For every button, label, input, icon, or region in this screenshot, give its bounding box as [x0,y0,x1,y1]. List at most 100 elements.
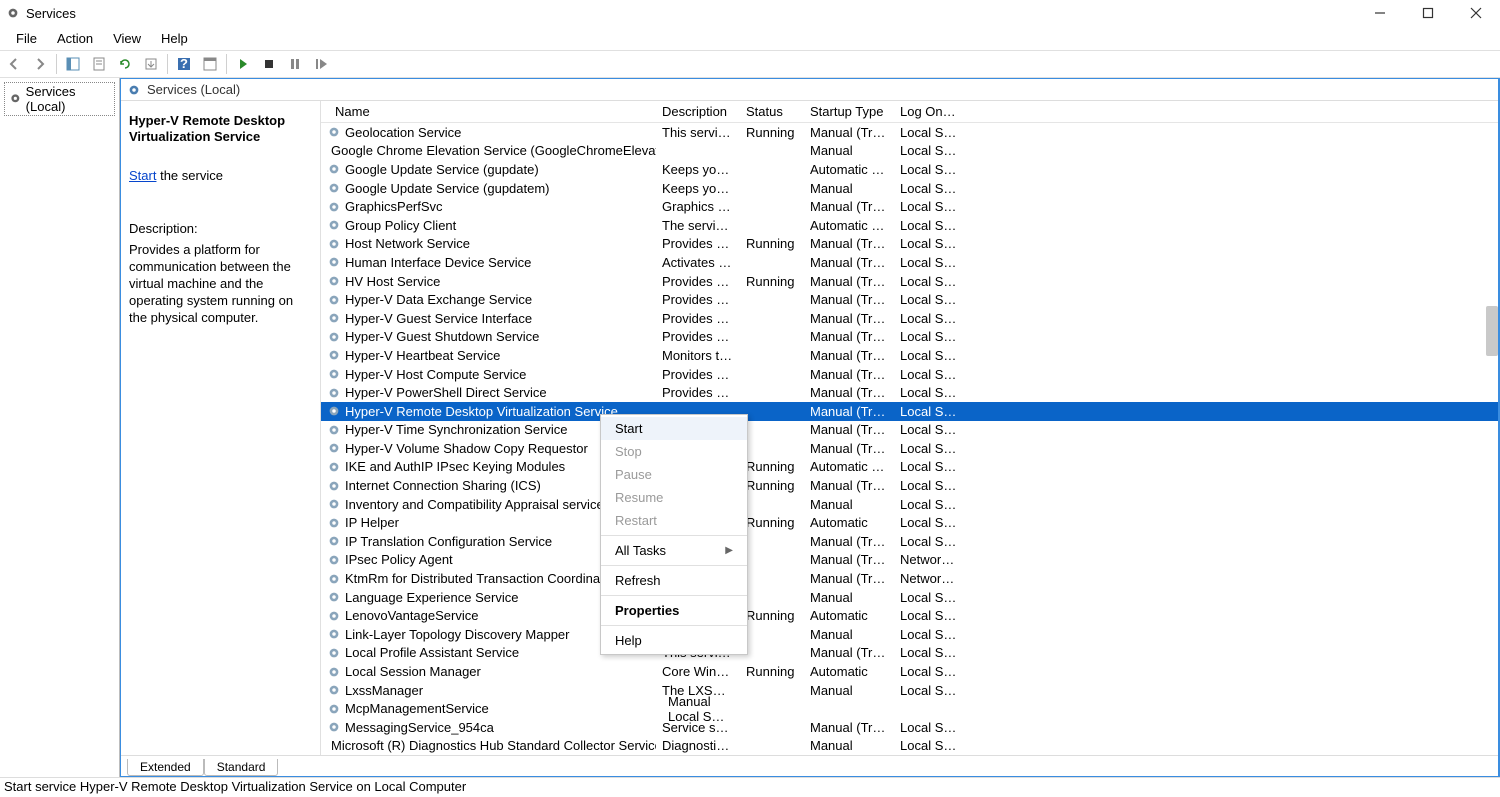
help-button[interactable]: ? [172,53,196,75]
service-row[interactable]: Local Profile Assistant ServiceThis serv… [321,644,1498,663]
service-startup-type: Manual (Trigg... [804,292,894,307]
col-log-on-as[interactable]: Log On As [894,104,964,119]
service-row[interactable]: Google Chrome Elevation Service (GoogleC… [321,142,1498,161]
cm-properties[interactable]: Properties [601,599,747,622]
export-button[interactable] [139,53,163,75]
service-log-on-as: Local System [894,385,964,400]
service-icon [327,237,341,251]
minimize-button[interactable] [1370,3,1390,23]
title-bar: Services [0,0,1500,26]
service-row[interactable]: GraphicsPerfSvcGraphics per...Manual (Tr… [321,197,1498,216]
service-icon [327,181,341,195]
service-row[interactable]: Inventory and Compatibility Appraisal se… [321,495,1498,514]
service-row[interactable]: Human Interface Device ServiceActivates … [321,253,1498,272]
service-startup-type: Manual (Trigg... [804,236,894,251]
col-startup-type[interactable]: Startup Type [804,104,894,119]
scrollbar-thumb[interactable] [1486,306,1498,356]
chevron-right-icon: ▶ [725,545,733,556]
cm-all-tasks[interactable]: All Tasks ▶ [601,539,747,562]
service-row[interactable]: Microsoft (R) Diagnostics Hub Standard C… [321,737,1498,755]
service-row[interactable]: Geolocation ServiceThis service ...Runni… [321,123,1498,142]
menu-help[interactable]: Help [151,29,198,48]
back-button[interactable] [2,53,26,75]
service-log-on-as: Local System [894,274,964,289]
cm-help[interactable]: Help [601,629,747,652]
service-row[interactable]: McpManagementServiceManualLocal System [321,699,1498,718]
service-row[interactable]: IPsec Policy AgentManual (Trigg...Networ… [321,551,1498,570]
service-row[interactable]: Google Update Service (gupdatem)Keeps yo… [321,179,1498,198]
service-name: Language Experience Service [345,590,518,605]
cm-separator [601,625,747,626]
service-row[interactable]: Internet Connection Sharing (ICS)Running… [321,476,1498,495]
service-row[interactable]: Hyper-V Volume Shadow Copy RequestorManu… [321,439,1498,458]
service-name: GraphicsPerfSvc [345,199,443,214]
service-startup-type: Manual (Trigg... [804,274,894,289]
service-row[interactable]: Hyper-V Data Exchange ServiceProvides a … [321,290,1498,309]
service-log-on-as: Local System [894,515,964,530]
cm-refresh[interactable]: Refresh [601,569,747,592]
service-row[interactable]: IP Translation Configuration ServiceManu… [321,532,1498,551]
tree-root-services-local[interactable]: Services (Local) [4,82,115,116]
col-name[interactable]: Name [321,104,656,119]
service-row[interactable]: Hyper-V Heartbeat ServiceMonitors th...M… [321,346,1498,365]
service-name: Internet Connection Sharing (ICS) [345,478,541,493]
service-startup-type: Automatic (De... [804,162,894,177]
maximize-button[interactable] [1418,3,1438,23]
service-row[interactable]: Hyper-V Host Compute ServiceProvides sup… [321,365,1498,384]
tab-extended[interactable]: Extended [127,759,204,776]
menu-action[interactable]: Action [47,29,103,48]
forward-button[interactable] [28,53,52,75]
cm-stop: Stop [601,440,747,463]
service-row[interactable]: Host Network ServiceProvides sup...Runni… [321,235,1498,254]
service-log-on-as: Local System [894,311,964,326]
service-name: Hyper-V Time Synchronization Service [345,422,568,437]
service-name: Microsoft (R) Diagnostics Hub Standard C… [331,738,656,753]
service-name: Human Interface Device Service [345,255,531,270]
service-description: Service supp... [656,720,740,735]
service-startup-type: Automatic [804,664,894,679]
show-hide-tree-button[interactable] [61,53,85,75]
menu-view[interactable]: View [103,29,151,48]
service-row[interactable]: Hyper-V Time Synchronization ServiceManu… [321,421,1498,440]
service-row[interactable]: Hyper-V Guest Shutdown ServiceProvides a… [321,328,1498,347]
cm-all-tasks-label: All Tasks [615,543,666,558]
cm-start[interactable]: Start [601,417,747,440]
service-row[interactable]: IP HelperRunningAutomaticLocal System [321,513,1498,532]
service-icon [327,386,341,400]
menu-file[interactable]: File [6,29,47,48]
service-startup-type: Manual [804,738,894,753]
service-name: LxssManager [345,683,423,698]
service-row[interactable]: IKE and AuthIP IPsec Keying ModulesRunni… [321,458,1498,477]
tab-standard[interactable]: Standard [204,759,279,776]
service-row[interactable]: Hyper-V PowerShell Direct ServiceProvide… [321,383,1498,402]
service-startup-type: Automatic (Tri... [804,218,894,233]
service-row[interactable]: MessagingService_954caService supp...Man… [321,718,1498,737]
detail-pane: Hyper-V Remote Desktop Virtualization Se… [121,101,321,755]
close-button[interactable] [1466,3,1486,23]
service-row[interactable]: LxssManagerThe LXSS Ma...ManualLocal Sys… [321,681,1498,700]
stop-service-button[interactable] [257,53,281,75]
col-description[interactable]: Description [656,104,740,119]
service-row[interactable]: Google Update Service (gupdate)Keeps you… [321,160,1498,179]
detail-start-link[interactable]: Start [129,168,156,183]
service-row[interactable]: Local Session ManagerCore Windo...Runnin… [321,662,1498,681]
service-row[interactable]: Language Experience ServiceManualLocal S… [321,588,1498,607]
export-list-button[interactable] [87,53,111,75]
toolbar: ? [0,50,1500,78]
service-row[interactable]: Hyper-V Guest Service InterfaceProvides … [321,309,1498,328]
restart-service-button[interactable] [309,53,333,75]
service-name: Inventory and Compatibility Appraisal se… [345,497,604,512]
col-status[interactable]: Status [740,104,804,119]
service-row[interactable]: LenovoVantageServiceRunningAutomaticLoca… [321,606,1498,625]
start-service-button[interactable] [231,53,255,75]
service-name: IP Helper [345,515,399,530]
service-row[interactable]: Hyper-V Remote Desktop Virtualization Se… [321,402,1498,421]
refresh-button[interactable] [113,53,137,75]
service-row[interactable]: Group Policy ClientThe service i...Autom… [321,216,1498,235]
pause-service-button[interactable] [283,53,307,75]
service-row[interactable]: HV Host ServiceProvides an i...RunningMa… [321,272,1498,291]
service-row[interactable]: KtmRm for Distributed Transaction Coordi… [321,569,1498,588]
services-list: Name Description Status Startup Type Log… [321,101,1498,755]
properties-button[interactable] [198,53,222,75]
service-row[interactable]: Link-Layer Topology Discovery MapperManu… [321,625,1498,644]
